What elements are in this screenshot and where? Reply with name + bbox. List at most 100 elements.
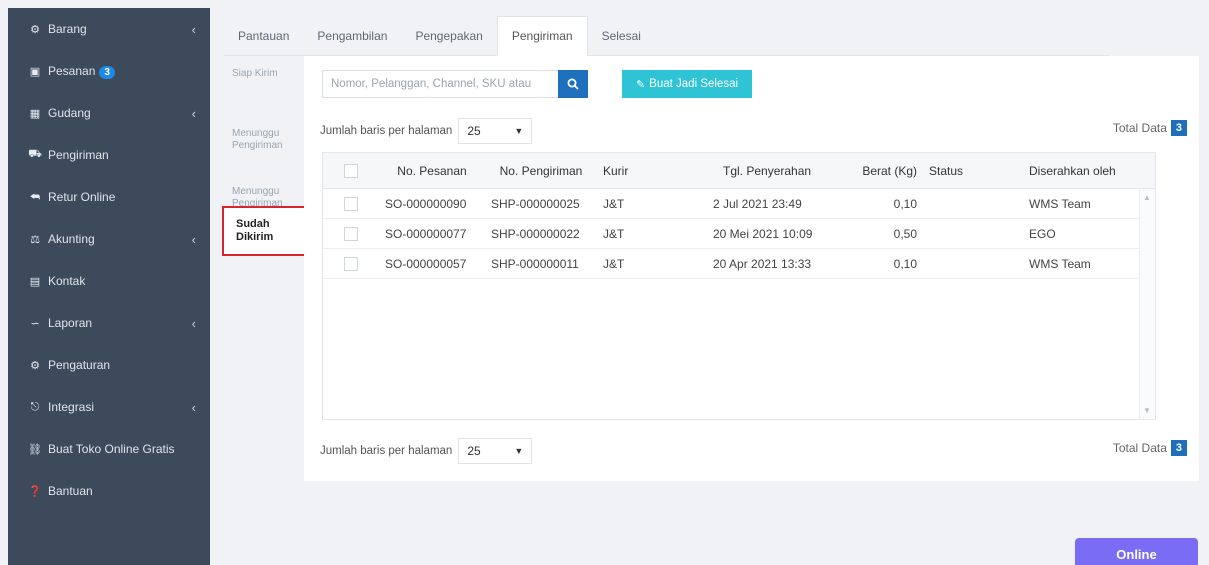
row-select-cell [323,256,379,271]
cell-berat: 0,10 [893,256,917,271]
sidebar-item-label: Bantuan [48,484,93,498]
chevron-down-icon: ▼ [514,126,524,136]
buat-jadi-selesai-button[interactable]: ✎ Buat Jadi Selesai [622,70,752,98]
sidebar-item-bantuan[interactable]: ❓ Bantuan [8,470,210,512]
search-icon [567,78,579,90]
tab-selesai[interactable]: Selesai [588,16,655,55]
cart-icon: ▣ [29,65,41,78]
subnav-menunggu-pengiriman[interactable]: Menunggu Pengiriman [224,122,304,158]
sidebar: ⚙ Barang ‹ ▣ Pesanan 3 ▦ Gudang ‹ ⛟ Pengi… [8,8,210,565]
scroll-up-arrow-icon[interactable]: ▲ [1143,193,1151,202]
sidebar-item-barang[interactable]: ⚙ Barang ‹ [8,8,210,50]
truck-icon: ⛟ [28,148,42,160]
reply-icon: ⮪ [29,190,41,203]
scroll-down-arrow-icon[interactable]: ▼ [1143,406,1151,415]
chart-icon: ∽ [30,317,40,330]
sidebar-item-label: Barang [48,22,87,36]
total-data-label: Total Data [1112,441,1167,455]
col-kurir[interactable]: Kurir [597,164,709,178]
scale-icon: ⚖ [30,233,40,246]
select-all-checkbox[interactable] [344,163,358,178]
sidebar-item-label: Pesanan 3 [48,64,196,79]
sidebar-item-retur-online[interactable]: ⮪ Retur Online [8,176,210,218]
subnav-siap-kirim[interactable]: Siap Kirim [224,62,286,86]
sidebar-item-pesanan[interactable]: ▣ Pesanan 3 [8,50,210,92]
cell-tgl-penyerahan: 20 Mei 2021 10:09 [713,226,813,241]
col-diserahkan-oleh[interactable]: Diserahkan oleh [1023,164,1143,178]
select-all-cell [323,163,379,178]
cell-tgl-penyerahan: 20 Apr 2021 13:33 [713,256,812,271]
search-input[interactable]: Nomor, Pelanggan, Channel, SKU atau [322,70,558,98]
main-panel: Pantauan Pengambilan Pengepakan Pengirim… [210,8,1209,565]
tab-bar: Pantauan Pengambilan Pengepakan Pengirim… [224,16,1109,56]
chevron-down-icon: ▼ [514,446,524,456]
sidebar-item-pengaturan[interactable]: ⚙ Pengaturan [8,344,210,386]
cell-berat: 0,50 [893,226,917,241]
sidebar-item-integrasi[interactable]: ⎋ Integrasi ‹ [8,386,210,428]
store-icon: ⛓ [28,443,42,456]
total-data-bottom: Total Data 3 [1113,440,1187,456]
total-data-label: Total Data [1112,121,1167,135]
tab-pantauan[interactable]: Pantauan [224,16,303,55]
cell-kurir: J&T [603,256,625,271]
table-scrollbar[interactable]: ▲ ▼ [1139,189,1155,419]
cell-no-pengiriman: SHP-000000011 [491,256,579,271]
col-berat[interactable]: Berat (Kg) [853,164,923,178]
tab-pengambilan[interactable]: Pengambilan [303,16,401,55]
table-header: No. Pesanan No. Pengiriman Kurir Tgl. Pe… [323,153,1155,189]
shipment-table: No. Pesanan No. Pengiriman Kurir Tgl. Pe… [322,152,1156,420]
table-row[interactable]: SO-000000057 SHP-000000011 J&T 20 Apr 20… [323,249,1155,279]
rows-per-page-top: Jumlah baris per halaman 25 ▼ [320,118,533,144]
cell-kurir: J&T [603,226,625,241]
rows-per-page-label: Jumlah baris per halaman [320,445,453,457]
building-icon: ▦ [29,107,41,120]
gears-icon: ⚙ [30,359,40,372]
col-no-pengiriman[interactable]: No. Pengiriman [485,164,597,178]
sidebar-item-label: Buat Toko Online Gratis [48,442,175,456]
cell-berat: 0,10 [893,196,917,211]
tab-pengepakan[interactable]: Pengepakan [401,16,496,55]
sidebar-item-laporan[interactable]: ∽ Laporan ‹ [8,302,210,344]
row-checkbox[interactable] [344,226,358,241]
row-select-cell [323,226,379,241]
sidebar-item-label: Pengiriman [48,148,109,162]
rows-per-page-select[interactable]: 25 ▼ [458,118,533,144]
cell-no-pesanan: SO-000000057 [385,256,467,271]
sidebar-item-label: Akunting [48,232,95,246]
rows-per-page-value: 25 [467,444,481,458]
sub-navigation: Siap Kirim Menunggu Pengiriman Menunggu … [224,56,310,486]
question-icon: ❓ [28,485,42,498]
row-checkbox[interactable] [344,256,358,271]
online-status-button[interactable]: Online [1075,538,1198,565]
subnav-sudah-dikirim[interactable]: Sudah Dikirim [222,206,308,256]
table-row[interactable]: SO-000000090 SHP-000000025 J&T 2 Jul 202… [323,189,1155,219]
table-row[interactable]: SO-000000077 SHP-000000022 J&T 20 Mei 20… [323,219,1155,249]
rows-per-page-select[interactable]: 25 ▼ [458,438,533,464]
sidebar-item-pengiriman[interactable]: ⛟ Pengiriman [8,134,210,176]
tab-pengiriman[interactable]: Pengiriman [496,16,588,56]
content-card: Nomor, Pelanggan, Channel, SKU atau ✎ Bu… [304,56,1199,481]
rows-per-page-bottom: Jumlah baris per halaman 25 ▼ [320,438,533,464]
boxes-icon: ⚙ [30,23,40,36]
sidebar-item-buat-toko[interactable]: ⛓ Buat Toko Online Gratis [8,428,210,470]
edit-icon: ✎ [635,78,646,91]
sidebar-item-label: Kontak [48,274,86,288]
search-button[interactable] [558,70,588,98]
pesanan-count-badge: 3 [99,65,115,79]
sitemap-icon: ⎋ [30,400,40,413]
chevron-left-icon: ‹ [191,105,196,121]
cell-no-pengiriman: SHP-000000025 [491,196,580,211]
col-status[interactable]: Status [923,164,1023,178]
col-tgl-penyerahan[interactable]: Tgl. Penyerahan [709,164,853,178]
chevron-left-icon: ‹ [191,315,196,331]
sidebar-item-kontak[interactable]: ▤ Kontak [8,260,210,302]
sidebar-item-akunting[interactable]: ⚖ Akunting ‹ [8,218,210,260]
row-checkbox[interactable] [344,196,358,211]
cell-diserahkan-oleh: EGO [1029,226,1056,241]
col-no-pesanan[interactable]: No. Pesanan [379,164,485,178]
chevron-left-icon: ‹ [191,21,196,37]
total-data-top: Total Data 3 [1113,120,1187,136]
cell-no-pesanan: SO-000000077 [385,226,467,241]
sidebar-item-gudang[interactable]: ▦ Gudang ‹ [8,92,210,134]
sidebar-item-label: Integrasi [48,400,95,414]
